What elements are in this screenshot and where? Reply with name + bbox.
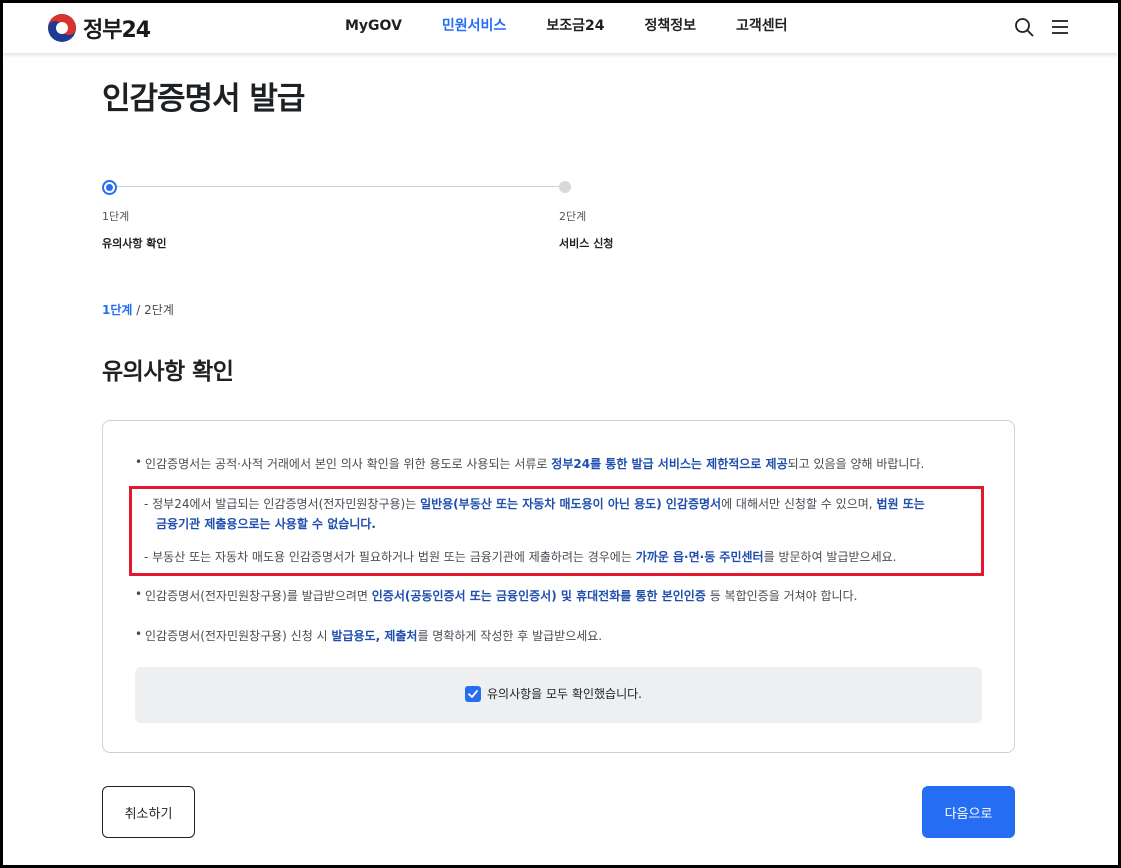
notice-box: • 인감증명서는 공적·사적 거래에서 본인 의사 확인을 위한 용도로 사용되… bbox=[102, 420, 1015, 753]
brand-logo[interactable]: 정부24 bbox=[47, 12, 151, 44]
section-title: 유의사항 확인 bbox=[102, 359, 234, 385]
check-icon bbox=[468, 690, 478, 698]
next-button[interactable]: 다음으로 bbox=[922, 786, 1015, 838]
step-1-indicator bbox=[102, 180, 117, 195]
step-progress-line bbox=[110, 186, 565, 187]
bullet: • bbox=[135, 455, 143, 469]
notice-text: 인감증명서(전자민원창구용) 신청 시 bbox=[145, 629, 332, 643]
step-2-number: 2단계 bbox=[559, 210, 587, 223]
notice-emphasis: 일반용(부동산 또는 자동차 매도용이 아닌 용도) 인감증명서 bbox=[420, 497, 722, 511]
notice-item-3: • 인감증명서(전자민원창구용) 신청 시 발급용도, 제출처를 명확하게 작성… bbox=[135, 626, 603, 646]
notice-text: 에 대해서만 신청할 수 있으며, bbox=[721, 497, 877, 511]
brand-name: 정부24 bbox=[83, 18, 151, 43]
notice-emphasis: 가까운 읍·면·동 주민센터 bbox=[635, 550, 764, 564]
notice-subitem-1-cont: 금융기관 제출용으로는 사용할 수 없습니다. bbox=[156, 514, 376, 534]
menu-icon[interactable] bbox=[1049, 16, 1071, 38]
page-title: 인감증명서 발급 bbox=[102, 81, 305, 117]
main-nav: MyGOV 민원서비스 보조금24 정책정보 고객센터 bbox=[345, 3, 828, 53]
notice-text: - 부동산 또는 자동차 매도용 인감증명서가 필요하거나 법원 또는 금융기관… bbox=[144, 550, 636, 564]
nav-item-policy[interactable]: 정책정보 bbox=[644, 3, 696, 53]
nav-item-mygov[interactable]: MyGOV bbox=[345, 3, 402, 53]
confirm-checkbox[interactable] bbox=[465, 686, 481, 702]
breadcrumb-separator: / bbox=[136, 303, 141, 317]
nav-item-customer-center[interactable]: 고객센터 bbox=[736, 3, 788, 53]
notice-text: 를 방문하여 발급받으세요. bbox=[763, 550, 897, 564]
breadcrumb-total: 2단계 bbox=[144, 303, 174, 317]
notice-text: 인감증명서는 공적·사적 거래에서 본인 의사 확인을 위한 용도로 사용되는 … bbox=[145, 457, 552, 471]
notice-subitem-2: - 부동산 또는 자동차 매도용 인감증명서가 필요하거나 법원 또는 금융기관… bbox=[144, 547, 896, 567]
notice-text: 등 복합인증을 거쳐야 합니다. bbox=[705, 589, 858, 603]
bullet: • bbox=[135, 627, 143, 641]
step-1-name: 유의사항 확인 bbox=[102, 237, 167, 250]
taegeuk-icon bbox=[48, 14, 76, 42]
nav-item-civil-service[interactable]: 민원서비스 bbox=[442, 3, 506, 53]
notice-emphasis: 법원 또는 bbox=[876, 497, 925, 511]
notice-text: - 정부24에서 발급되는 인감증명서(전자민원창구용)는 bbox=[144, 497, 421, 511]
site-header: 정부24 MyGOV 민원서비스 보조금24 정책정보 고객센터 bbox=[3, 3, 1118, 53]
notice-subitem-1: - 정부24에서 발급되는 인감증명서(전자민원창구용)는 일반용(부동산 또는… bbox=[144, 494, 925, 514]
notice-emphasis: 발급용도, 제출처 bbox=[331, 629, 418, 643]
notice-text: 되고 있음을 양해 바랍니다. bbox=[787, 457, 925, 471]
cancel-button[interactable]: 취소하기 bbox=[102, 786, 195, 838]
nav-item-subsidy[interactable]: 보조금24 bbox=[546, 3, 604, 53]
step-1-number: 1단계 bbox=[102, 210, 130, 223]
notice-text: 를 명확하게 작성한 후 발급받으세요. bbox=[417, 629, 603, 643]
step-2-name: 서비스 신청 bbox=[559, 237, 614, 250]
confirm-area: 유의사항을 모두 확인했습니다. bbox=[135, 667, 982, 723]
page: 정부24 MyGOV 민원서비스 보조금24 정책정보 고객센터 인감증명서 발… bbox=[3, 3, 1118, 865]
notice-item-2: • 인감증명서(전자민원창구용)를 발급받으려면 인증서(공동인증서 또는 금융… bbox=[135, 586, 858, 606]
step-breadcrumb: 1단계 / 2단계 bbox=[102, 301, 174, 318]
notice-emphasis: 금융기관 제출용으로는 사용할 수 없습니다. bbox=[156, 517, 376, 531]
bullet: • bbox=[135, 587, 143, 601]
notice-emphasis: 정부24를 통한 발급 서비스는 제한적으로 제공 bbox=[551, 457, 788, 471]
confirm-label[interactable]: 유의사항을 모두 확인했습니다. bbox=[487, 685, 642, 702]
notice-item-1: • 인감증명서는 공적·사적 거래에서 본인 의사 확인을 위한 용도로 사용되… bbox=[135, 454, 925, 474]
step-2-indicator bbox=[559, 181, 571, 193]
search-icon[interactable] bbox=[1013, 16, 1035, 38]
notice-text: 인감증명서(전자민원창구용)를 발급받으려면 bbox=[145, 589, 372, 603]
notice-emphasis: 인증서(공동인증서 또는 금융인증서) 및 휴대전화를 통한 본인인증 bbox=[371, 589, 706, 603]
breadcrumb-current: 1단계 bbox=[102, 303, 133, 317]
